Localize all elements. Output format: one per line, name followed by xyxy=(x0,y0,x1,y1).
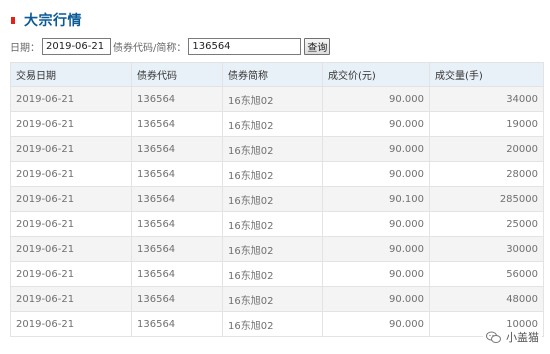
date-input[interactable] xyxy=(42,37,111,55)
cell-trade-date: 2019-06-21 xyxy=(10,111,132,137)
search-form: 日期： 债券代码/简称： 查询 xyxy=(10,37,331,55)
cell-volume: 28000 xyxy=(429,161,544,187)
cell-bond-name: 16东旭02 xyxy=(222,86,323,112)
wechat-icon xyxy=(486,331,501,343)
cell-price: 90.000 xyxy=(322,261,430,287)
cell-volume: 56000 xyxy=(429,261,544,287)
column-header-price: 成交价(元) xyxy=(322,62,430,87)
watermark-text: 小盖猫 xyxy=(506,331,539,344)
cell-trade-date: 2019-06-21 xyxy=(10,311,132,337)
bond-code-label: 债券代码/简称： xyxy=(113,42,187,54)
cell-trade-date: 2019-06-21 xyxy=(10,136,132,162)
cell-bond-code: 136564 xyxy=(131,136,223,162)
table-row: 2019-06-21 136564 16东旭02 90.000 56000 xyxy=(10,261,544,287)
cell-bond-name: 16东旭02 xyxy=(222,286,323,312)
table-row: 2019-06-21 136564 16东旭02 90.000 25000 xyxy=(10,211,544,237)
cell-bond-name: 16东旭02 xyxy=(222,111,323,137)
cell-volume: 34000 xyxy=(429,86,544,112)
page-title: 大宗行情 xyxy=(24,13,82,29)
cell-bond-code: 136564 xyxy=(131,211,223,237)
cell-trade-date: 2019-06-21 xyxy=(10,211,132,237)
date-label: 日期： xyxy=(10,42,40,54)
cell-bond-code: 136564 xyxy=(131,286,223,312)
cell-trade-date: 2019-06-21 xyxy=(10,86,132,112)
page: 大宗行情 日期： 债券代码/简称： 查询 交易日期 债券代码 债券简称 成交价(… xyxy=(0,0,550,354)
cell-trade-date: 2019-06-21 xyxy=(10,236,132,262)
table-row: 2019-06-21 136564 16东旭02 90.000 30000 xyxy=(10,236,544,262)
cell-volume: 19000 xyxy=(429,111,544,137)
table-row: 2019-06-21 136564 16东旭02 90.000 34000 xyxy=(10,86,544,112)
table-row: 2019-06-21 136564 16东旭02 90.000 10000 xyxy=(10,311,544,337)
cell-bond-name: 16东旭02 xyxy=(222,261,323,287)
query-button[interactable]: 查询 xyxy=(304,37,331,55)
table-row: 2019-06-21 136564 16东旭02 90.000 48000 xyxy=(10,286,544,312)
cell-bond-code: 136564 xyxy=(131,261,223,287)
cell-volume: 20000 xyxy=(429,136,544,162)
bond-code-input[interactable] xyxy=(188,37,302,55)
cell-bond-code: 136564 xyxy=(131,236,223,262)
cell-volume: 285000 xyxy=(429,186,544,212)
cell-trade-date: 2019-06-21 xyxy=(10,161,132,187)
column-header-bond-name: 债券简称 xyxy=(222,62,323,87)
cell-price: 90.000 xyxy=(322,136,430,162)
cell-bond-code: 136564 xyxy=(131,186,223,212)
table-header-row: 交易日期 债券代码 债券简称 成交价(元) 成交量(手) xyxy=(10,62,544,87)
table-row: 2019-06-21 136564 16东旭02 90.000 19000 xyxy=(10,111,544,137)
column-header-trade-date: 交易日期 xyxy=(10,62,132,87)
cell-bond-name: 16东旭02 xyxy=(222,311,323,337)
table-row: 2019-06-21 136564 16东旭02 90.100 285000 xyxy=(10,186,544,212)
cell-bond-code: 136564 xyxy=(131,161,223,187)
cell-trade-date: 2019-06-21 xyxy=(10,286,132,312)
cell-bond-name: 16东旭02 xyxy=(222,136,323,162)
cell-price: 90.100 xyxy=(322,186,430,212)
table-row: 2019-06-21 136564 16东旭02 90.000 28000 xyxy=(10,161,544,187)
column-header-bond-code: 债券代码 xyxy=(131,62,223,87)
watermark: 小盖猫 xyxy=(483,328,542,346)
cell-price: 90.000 xyxy=(322,161,430,187)
cell-bond-name: 16东旭02 xyxy=(222,236,323,262)
cell-bond-name: 16东旭02 xyxy=(222,161,323,187)
cell-bond-name: 16东旭02 xyxy=(222,186,323,212)
table-row: 2019-06-21 136564 16东旭02 90.000 20000 xyxy=(10,136,544,162)
cell-volume: 48000 xyxy=(429,286,544,312)
column-header-volume: 成交量(手) xyxy=(429,62,544,87)
section-header: 大宗行情 xyxy=(11,10,82,30)
title-marker xyxy=(11,16,15,24)
cell-price: 90.000 xyxy=(322,111,430,137)
cell-bond-code: 136564 xyxy=(131,86,223,112)
cell-price: 90.000 xyxy=(322,311,430,337)
cell-price: 90.000 xyxy=(322,236,430,262)
cell-bond-code: 136564 xyxy=(131,111,223,137)
cell-price: 90.000 xyxy=(322,86,430,112)
table-body: 2019-06-21 136564 16东旭02 90.000 34000 2019-06… xyxy=(10,86,544,337)
cell-volume: 25000 xyxy=(429,211,544,237)
cell-trade-date: 2019-06-21 xyxy=(10,261,132,287)
cell-bond-code: 136564 xyxy=(131,311,223,337)
trade-table: 交易日期 债券代码 债券简称 成交价(元) 成交量(手) 2019-06-21 1… xyxy=(10,62,544,337)
cell-bond-name: 16东旭02 xyxy=(222,211,323,237)
cell-price: 90.000 xyxy=(322,211,430,237)
cell-volume: 30000 xyxy=(429,236,544,262)
cell-price: 90.000 xyxy=(322,286,430,312)
cell-trade-date: 2019-06-21 xyxy=(10,186,132,212)
